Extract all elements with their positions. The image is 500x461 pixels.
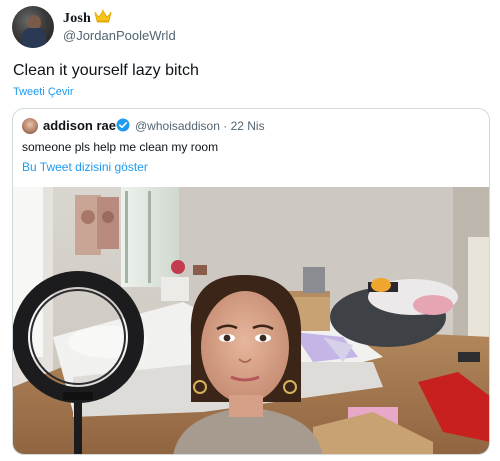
quoted-tweet-card[interactable]: addison rae @whoisaddison · 22 Nis someo… bbox=[12, 108, 490, 455]
verified-badge-icon bbox=[116, 118, 130, 132]
quoted-tweet-date[interactable]: · 22 Nis bbox=[223, 119, 264, 133]
tweet: Josh @JordanPooleWrld Clean it yourself … bbox=[0, 0, 500, 461]
tweet-text: Clean it yourself lazy bitch bbox=[13, 62, 199, 79]
quoted-author-avatar[interactable] bbox=[22, 118, 38, 134]
messy-room-photo bbox=[13, 187, 489, 454]
quoted-tweet-text: someone pls help me clean my room bbox=[22, 140, 219, 154]
author-avatar[interactable] bbox=[12, 6, 54, 48]
show-thread-link[interactable]: Bu Tweet dizisini göster bbox=[22, 160, 148, 174]
author-name[interactable]: Josh bbox=[63, 11, 91, 27]
quoted-author-name[interactable]: addison rae bbox=[43, 118, 116, 133]
crown-icon bbox=[94, 9, 112, 23]
quoted-author-handle[interactable]: @whoisaddison bbox=[135, 119, 220, 133]
author-handle[interactable]: @JordanPooleWrld bbox=[63, 28, 176, 43]
quoted-tweet-photo[interactable] bbox=[13, 187, 489, 454]
translate-tweet-link[interactable]: Tweeti Çevir bbox=[13, 86, 74, 98]
